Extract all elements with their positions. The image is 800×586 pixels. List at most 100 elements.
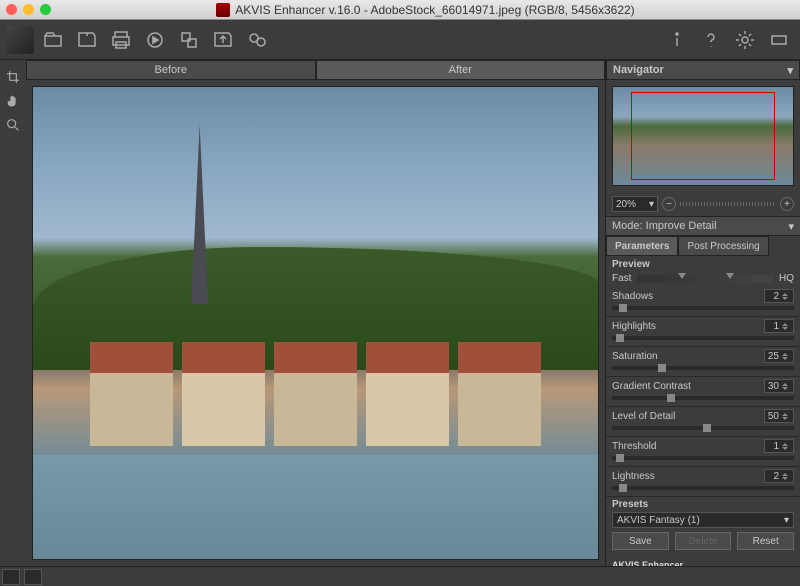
image-preview[interactable] bbox=[32, 86, 599, 560]
minimize-window-button[interactable] bbox=[23, 4, 34, 15]
param-label: Level of Detail bbox=[612, 411, 675, 422]
preview-quality-row: Fast HQ bbox=[606, 270, 800, 287]
zoom-select[interactable]: 20%▾ bbox=[612, 196, 658, 212]
maximize-window-button[interactable] bbox=[40, 4, 51, 15]
mode-selector[interactable]: Mode: Improve Detail ▾ bbox=[606, 216, 800, 236]
print-button[interactable] bbox=[106, 25, 136, 55]
preview-fast-label: Fast bbox=[612, 273, 631, 284]
param-slider[interactable] bbox=[612, 486, 794, 490]
traffic-lights bbox=[6, 4, 51, 15]
description-panel: AKVIS Enhancer AKVIS Enhancer is image e… bbox=[606, 556, 800, 566]
param-saturation: Saturation 25 bbox=[606, 347, 800, 377]
view-tabs: Before After bbox=[26, 60, 605, 80]
stepper-icon[interactable] bbox=[782, 413, 788, 420]
param-threshold: Threshold 1 bbox=[606, 437, 800, 467]
hand-tool[interactable] bbox=[2, 90, 24, 112]
mode-value: Improve Detail bbox=[646, 220, 717, 232]
param-slider[interactable] bbox=[612, 366, 794, 370]
description-title: AKVIS Enhancer bbox=[612, 560, 683, 566]
canvas-area: Before After bbox=[26, 60, 605, 566]
main-toolbar bbox=[0, 20, 800, 60]
param-value-input[interactable]: 1 bbox=[764, 319, 794, 333]
main-area: Before After Navigator ▾ bbox=[0, 60, 800, 566]
settings-button[interactable] bbox=[242, 25, 272, 55]
view-mode-split-button[interactable] bbox=[24, 569, 42, 585]
param-label: Saturation bbox=[612, 351, 658, 362]
info-button[interactable] bbox=[662, 25, 692, 55]
crop-tool[interactable] bbox=[2, 66, 24, 88]
param-value-input[interactable]: 1 bbox=[764, 439, 794, 453]
mode-label: Mode: bbox=[612, 220, 643, 232]
dropdown-icon: ▾ bbox=[787, 64, 793, 77]
right-panel: Navigator ▾ 20%▾ − + Mode: Improve Detai… bbox=[605, 60, 800, 566]
preview-quality-slider[interactable] bbox=[637, 275, 773, 283]
view-mode-single-button[interactable] bbox=[2, 569, 20, 585]
run-button[interactable] bbox=[140, 25, 170, 55]
param-value-input[interactable]: 30 bbox=[764, 379, 794, 393]
zoom-in-button[interactable]: + bbox=[780, 197, 794, 211]
dropdown-icon: ▾ bbox=[788, 220, 794, 233]
left-toolbar bbox=[0, 60, 26, 566]
stepper-icon[interactable] bbox=[782, 443, 788, 450]
preview-label: Preview bbox=[606, 256, 800, 270]
param-value-input[interactable]: 2 bbox=[764, 289, 794, 303]
param-level-of-detail: Level of Detail 50 bbox=[606, 407, 800, 437]
help-button[interactable] bbox=[696, 25, 726, 55]
zoom-tool[interactable] bbox=[2, 114, 24, 136]
zoom-controls: 20%▾ − + bbox=[606, 192, 800, 216]
tab-after[interactable]: After bbox=[316, 60, 606, 80]
param-slider[interactable] bbox=[612, 456, 794, 460]
batch-button[interactable] bbox=[174, 25, 204, 55]
presets-select[interactable]: AKVIS Fantasy (1)▾ bbox=[612, 512, 794, 528]
save-preset-button[interactable]: Save bbox=[612, 532, 669, 550]
tab-parameters[interactable]: Parameters bbox=[606, 236, 678, 256]
navigator-title: Navigator bbox=[613, 64, 664, 76]
param-slider[interactable] bbox=[612, 396, 794, 400]
window-title-wrap: AKVIS Enhancer v.16.0 - AdobeStock_66014… bbox=[57, 3, 794, 17]
tab-post-processing[interactable]: Post Processing bbox=[678, 236, 768, 256]
param-label: Gradient Contrast bbox=[612, 381, 691, 392]
preferences-button[interactable] bbox=[730, 25, 760, 55]
stepper-icon[interactable] bbox=[782, 293, 788, 300]
param-label: Lightness bbox=[612, 471, 655, 482]
param-slider[interactable] bbox=[612, 426, 794, 430]
app-icon bbox=[216, 3, 230, 17]
param-value-input[interactable]: 2 bbox=[764, 469, 794, 483]
presets-label: Presets bbox=[612, 499, 648, 510]
open-button[interactable] bbox=[38, 25, 68, 55]
titlebar: AKVIS Enhancer v.16.0 - AdobeStock_66014… bbox=[0, 0, 800, 20]
window-title: AKVIS Enhancer v.16.0 - AdobeStock_66014… bbox=[235, 3, 634, 17]
stepper-icon[interactable] bbox=[782, 383, 788, 390]
zoom-out-button[interactable]: − bbox=[662, 197, 676, 211]
delete-preset-button[interactable]: Delete bbox=[675, 532, 732, 550]
bottom-bar bbox=[0, 566, 800, 586]
param-gradient-contrast: Gradient Contrast 30 bbox=[606, 377, 800, 407]
param-label: Shadows bbox=[612, 291, 653, 302]
param-label: Highlights bbox=[612, 321, 656, 332]
param-value-input[interactable]: 25 bbox=[764, 349, 794, 363]
share-button[interactable] bbox=[208, 25, 238, 55]
param-value-input[interactable]: 50 bbox=[764, 409, 794, 423]
panel-toggle-button[interactable] bbox=[764, 25, 794, 55]
tab-before[interactable]: Before bbox=[26, 60, 316, 80]
param-lightness: Lightness 2 bbox=[606, 467, 800, 497]
navigator-header[interactable]: Navigator ▾ bbox=[606, 60, 800, 80]
navigator-viewport-rect[interactable] bbox=[631, 92, 775, 180]
reset-preset-button[interactable]: Reset bbox=[737, 532, 794, 550]
zoom-slider-track[interactable] bbox=[680, 202, 776, 206]
close-window-button[interactable] bbox=[6, 4, 17, 15]
param-slider[interactable] bbox=[612, 336, 794, 340]
stepper-icon[interactable] bbox=[782, 323, 788, 330]
param-label: Threshold bbox=[612, 441, 656, 452]
param-highlights: Highlights 1 bbox=[606, 317, 800, 347]
param-tabs: Parameters Post Processing bbox=[606, 236, 800, 256]
param-slider[interactable] bbox=[612, 306, 794, 310]
save-button[interactable] bbox=[72, 25, 102, 55]
stepper-icon[interactable] bbox=[782, 473, 788, 480]
parameters-panel: Preview Fast HQ Shadows 2 Highlights 1 Satur… bbox=[606, 256, 800, 566]
navigator-panel bbox=[606, 80, 800, 192]
canvas[interactable] bbox=[26, 80, 605, 566]
navigator-thumbnail[interactable] bbox=[612, 86, 794, 186]
stepper-icon[interactable] bbox=[782, 353, 788, 360]
app-logo bbox=[6, 26, 34, 54]
